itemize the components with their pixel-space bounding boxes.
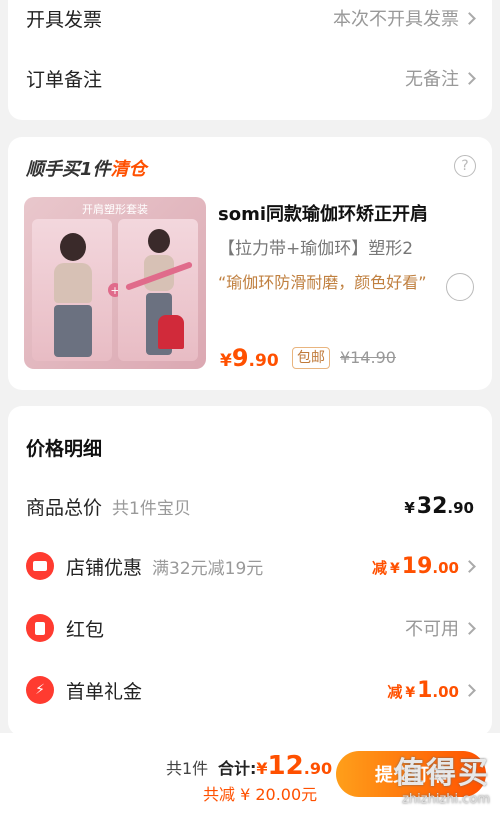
chevron-right-icon xyxy=(463,71,476,85)
addon-title-clearance: 清仓 xyxy=(110,159,147,180)
product-sku[interactable]: 【拉力带+瑜伽环】塑形2 xyxy=(218,234,413,259)
price-detail-title: 价格明细 xyxy=(26,438,103,460)
amount-currency: ¥ xyxy=(390,560,400,577)
help-icon[interactable]: ? xyxy=(454,155,476,177)
goods-total-label: 商品总价 xyxy=(26,496,103,519)
amount-decimal: .00 xyxy=(432,558,459,577)
checkout-bar: 共1件 合计: ¥ 12 .90 共减 ¥ 20.00元 提交订单 值得买 zh… xyxy=(0,733,500,815)
watermark-domain: zhizhizhi.com xyxy=(402,792,490,807)
shop-coupon-icon xyxy=(26,552,54,580)
redpacket-value: 不可用 xyxy=(405,619,459,640)
original-price: ¥14.90 xyxy=(340,348,396,367)
remark-row[interactable]: 订单备注 无备注 xyxy=(8,58,492,98)
redpacket-label: 红包 xyxy=(66,618,105,641)
red-packet-icon xyxy=(26,614,54,642)
price-currency: ¥ xyxy=(220,351,232,371)
total-integer: 12 xyxy=(267,751,304,781)
remark-label: 订单备注 xyxy=(26,68,103,91)
amount-decimal: .00 xyxy=(432,682,459,701)
addon-select-radio[interactable] xyxy=(446,273,474,301)
site-watermark: 值得买 zhizhizhi.com xyxy=(394,748,490,807)
amount-integer: 32 xyxy=(416,493,448,519)
chevron-right-icon xyxy=(463,559,476,573)
goods-total-sub: 共1件宝贝 xyxy=(112,498,191,519)
product-price: ¥ 9 .90 xyxy=(220,344,279,372)
addon-title: 顺手买1件清仓 xyxy=(26,155,147,181)
endorser-figure xyxy=(158,315,184,349)
order-options-card: 开具发票 本次不开具发票 订单备注 无备注 xyxy=(8,0,492,120)
shop-discount-row[interactable]: 店铺优惠 满32元减19元 减 ¥ 19 .00 xyxy=(8,548,492,584)
first-gift-label: 首单礼金 xyxy=(66,680,143,703)
chevron-right-icon xyxy=(463,683,476,697)
discount-prefix: 减 xyxy=(387,682,403,701)
lightning-icon: ⚡ xyxy=(26,676,54,704)
amount-integer: 19 xyxy=(401,553,433,579)
free-shipping-badge: 包邮 xyxy=(292,347,330,369)
total-currency: ¥ xyxy=(256,759,268,778)
chevron-right-icon xyxy=(463,621,476,635)
chevron-right-icon xyxy=(463,11,476,25)
invoice-label: 开具发票 xyxy=(26,8,103,31)
amount-currency: ¥ xyxy=(405,684,416,701)
first-gift-amount: 减 ¥ 1 .00 xyxy=(387,678,459,703)
goods-total-amount: ¥ 32 .90 xyxy=(404,494,474,519)
total-label: 合计: xyxy=(218,759,257,778)
price-integer: 9 xyxy=(231,344,249,372)
redpacket-row[interactable]: 红包 不可用 xyxy=(8,610,492,646)
total-decimal: .90 xyxy=(303,759,333,778)
shop-discount-sub: 满32元减19元 xyxy=(152,558,264,579)
discount-prefix: 减 xyxy=(372,558,388,577)
item-count: 共1件 xyxy=(166,759,209,778)
invoice-row[interactable]: 开具发票 本次不开具发票 xyxy=(8,0,492,38)
addon-card: 顺手买1件清仓 ? 开肩塑形套装 + somi同款瑜伽环矫正开肩 【拉力带+瑜伽… xyxy=(8,137,492,390)
goods-total-row: 商品总价 共1件宝贝 ¥ 32 .90 xyxy=(8,488,492,524)
model-figure-right xyxy=(118,219,198,361)
shop-discount-label: 店铺优惠 xyxy=(66,556,143,579)
addon-title-prefix: 顺手买1件 xyxy=(26,159,111,180)
model-figure-left xyxy=(32,219,112,361)
amount-currency: ¥ xyxy=(404,498,415,517)
watermark-logo: 值得买 xyxy=(394,756,490,791)
product-review-snippet: “瑜伽环防滑耐磨，颜色好看” xyxy=(218,273,427,292)
image-banner: 开肩塑形套装 xyxy=(82,203,148,216)
product-image[interactable]: 开肩塑形套装 + xyxy=(24,197,206,369)
product-title[interactable]: somi同款瑜伽环矫正开肩 xyxy=(218,200,428,226)
first-gift-row[interactable]: ⚡ 首单礼金 减 ¥ 1 .00 xyxy=(8,672,492,708)
invoice-value: 本次不开具发票 xyxy=(333,9,459,30)
amount-integer: 1 xyxy=(417,677,433,703)
price-detail-card: 价格明细 商品总价 共1件宝贝 ¥ 32 .90 店铺优惠 满32元减19元 减… xyxy=(8,406,492,736)
total-saved: 共减 ¥ 20.00元 xyxy=(203,785,318,804)
order-total: 合计: ¥ 12 .90 xyxy=(218,751,332,781)
price-decimal: .90 xyxy=(248,351,279,371)
shop-discount-amount: 减 ¥ 19 .00 xyxy=(372,554,459,579)
amount-decimal: .90 xyxy=(447,498,474,517)
remark-value: 无备注 xyxy=(405,69,459,90)
